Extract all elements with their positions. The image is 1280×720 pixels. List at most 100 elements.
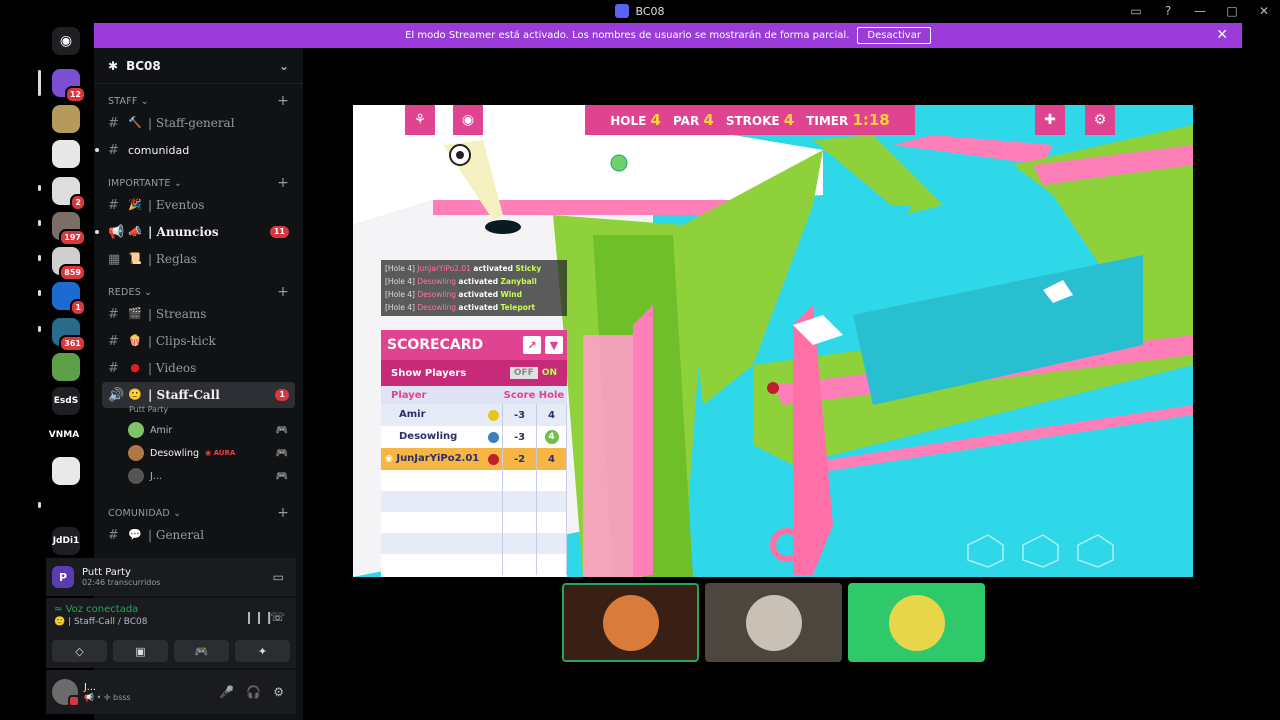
- channel-reglas[interactable]: ▦ 📜 | Reglas: [102, 247, 295, 271]
- category-staff[interactable]: STAFF ⌄ +: [108, 93, 289, 109]
- smile-icon: 🙂: [128, 388, 142, 401]
- server-icon[interactable]: [52, 457, 80, 485]
- activity-panel[interactable]: P Putt Party 02:46 transcurridos ▭: [46, 558, 296, 596]
- minimize-button[interactable]: —: [1184, 4, 1216, 18]
- player-name: JunJarYiPo2.01: [396, 453, 480, 464]
- hud-timer: TIMER 1:18: [806, 111, 890, 129]
- show-players-toggle[interactable]: OFF ON: [509, 367, 561, 379]
- participant-tile[interactable]: [562, 583, 699, 662]
- screen-share-button[interactable]: ▣: [113, 640, 168, 662]
- server-icon[interactable]: [52, 353, 80, 381]
- ball-icon: [488, 432, 499, 443]
- headphones-icon[interactable]: 🎧: [246, 685, 261, 699]
- loudspeaker-icon: 📣: [128, 225, 142, 238]
- voice-user-amir[interactable]: Amir 🎮: [128, 420, 298, 440]
- deactivate-button[interactable]: Desactivar: [857, 27, 931, 44]
- server-icon[interactable]: 2: [52, 177, 86, 211]
- participant-tile[interactable]: [705, 583, 842, 662]
- microphone-icon[interactable]: 🎤: [219, 685, 234, 699]
- add-channel-icon[interactable]: +: [277, 284, 289, 300]
- voice-location-text: | Staff-Call / BC08: [68, 617, 148, 627]
- feed-action: activated: [473, 264, 513, 273]
- server-icon[interactable]: 361: [52, 318, 86, 352]
- server-icon[interactable]: 197: [52, 212, 86, 246]
- server-icon[interactable]: [52, 105, 80, 133]
- maximize-button[interactable]: □: [1216, 4, 1248, 18]
- unread-pill: [38, 502, 41, 508]
- soundboard-button[interactable]: ✦: [235, 640, 290, 662]
- hud-hole-label: HOLE: [610, 114, 647, 128]
- server-icon[interactable]: 1: [52, 282, 86, 316]
- feed-player: JunJarYiPo2.01: [417, 264, 471, 273]
- category-comunidad[interactable]: COMUNIDAD ⌄ +: [108, 505, 289, 521]
- gamepad-icon: 🎮: [275, 424, 288, 436]
- gear-icon[interactable]: ⚙: [1085, 105, 1115, 135]
- discord-home-button[interactable]: ◉: [52, 27, 80, 55]
- user-avatar[interactable]: [52, 679, 80, 707]
- server-icon[interactable]: 12: [52, 69, 86, 103]
- game-hud: HOLE 4 PAR 4 STROKE 4 TIMER 1:18: [585, 105, 915, 135]
- voice-user-name: Amir: [150, 424, 173, 436]
- avatar: [128, 422, 144, 438]
- table-row: [381, 533, 567, 554]
- activity-button[interactable]: 🎮: [174, 640, 229, 662]
- chevron-down-icon[interactable]: ▼: [545, 336, 563, 354]
- inbox-icon[interactable]: ▭: [1120, 4, 1152, 18]
- toggle-off[interactable]: OFF: [509, 367, 538, 379]
- server-icon-jddi[interactable]: JdDi1: [52, 527, 80, 555]
- add-channel-icon[interactable]: +: [277, 175, 289, 191]
- add-channel-icon[interactable]: +: [277, 505, 289, 521]
- channel-activity: Putt Party: [129, 405, 169, 414]
- eye-icon[interactable]: ◉: [453, 105, 483, 135]
- channel-general[interactable]: # 💬 | General: [102, 523, 295, 547]
- category-importante[interactable]: IMPORTANTE ⌄ +: [108, 175, 289, 191]
- streamer-mode-banner: El modo Streamer está activado. Los nomb…: [94, 23, 1242, 48]
- table-row: [381, 470, 567, 491]
- hole-cell: 4: [536, 448, 567, 470]
- channel-streams[interactable]: # 🎬 | Streams: [102, 302, 295, 326]
- category-redes[interactable]: REDES ⌄ +: [108, 284, 289, 300]
- server-icon[interactable]: [52, 140, 80, 168]
- camera-reset-button[interactable]: ⚘: [405, 105, 435, 135]
- guild-icon: ✱: [108, 58, 119, 73]
- unread-pill: [38, 220, 41, 226]
- help-icon[interactable]: ?: [1152, 4, 1184, 18]
- invite-player-button[interactable]: ✚: [1035, 105, 1065, 135]
- expand-icon[interactable]: ↗: [523, 336, 541, 354]
- guild-header[interactable]: ✱ BC08 ⌄: [94, 48, 303, 84]
- channel-name: | Clips-kick: [148, 334, 216, 348]
- channel-videos[interactable]: # ● | Videos: [102, 356, 295, 380]
- server-icon-esds[interactable]: EsdS: [52, 387, 80, 415]
- channel-clips-kick[interactable]: # 🍿 | Clips-kick: [102, 329, 295, 353]
- rules-icon: ▦: [108, 251, 121, 267]
- channel-anuncios[interactable]: 📢 📣 | Anuncios 11: [95, 220, 295, 244]
- feed-power: Teleport: [500, 303, 536, 312]
- category-label: IMPORTANTE: [108, 178, 171, 189]
- game-viewport[interactable]: ⚘ ◉ ✚ ⚙ HOLE 4 PAR 4 STROKE 4 TIMER 1:18…: [353, 105, 1193, 577]
- channel-eventos[interactable]: # 🎉 | Eventos: [102, 193, 295, 217]
- participant-tile[interactable]: [848, 583, 985, 662]
- server-icon[interactable]: 859: [52, 247, 86, 281]
- feed-line: [Hole 4] JunJarYiPo2.01 activated Sticky: [385, 262, 563, 275]
- voice-user-j[interactable]: J... 🎮: [128, 466, 298, 486]
- disconnect-icon[interactable]: ☏: [270, 610, 285, 624]
- channel-staff-general[interactable]: # 🔨 | Staff-general: [102, 111, 295, 135]
- leave-activity-icon[interactable]: ▭: [273, 570, 284, 584]
- add-channel-icon[interactable]: +: [277, 93, 289, 109]
- empty-cell: [502, 554, 537, 575]
- server-icon-vnma[interactable]: VNMA: [49, 421, 79, 449]
- feed-hole: [Hole 4]: [385, 277, 415, 286]
- channel-comunidad[interactable]: # comunidad: [95, 138, 295, 162]
- gear-icon[interactable]: ⚙: [273, 685, 284, 699]
- score-cell: -2: [502, 448, 537, 470]
- hash-icon: #: [108, 197, 119, 213]
- close-button[interactable]: ✕: [1248, 4, 1280, 18]
- close-icon[interactable]: ✕: [1216, 27, 1228, 43]
- server-icon[interactable]: [52, 493, 80, 521]
- hud-stroke: STROKE 4: [726, 111, 794, 129]
- camera-off-button[interactable]: ◇: [52, 640, 107, 662]
- toggle-on[interactable]: ON: [537, 367, 561, 379]
- unread-pill: [38, 326, 41, 332]
- voice-user-desowling[interactable]: Desowling ◉ AURA 🎮: [128, 443, 298, 463]
- channel-name: | Streams: [148, 307, 207, 321]
